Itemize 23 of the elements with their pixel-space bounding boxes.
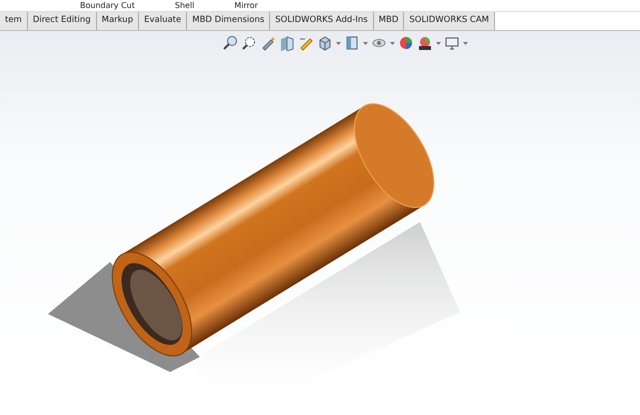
ribbon-command-label[interactable]: Boundary Cut: [80, 0, 135, 10]
caret-icon: [463, 42, 468, 44]
color-ball-icon[interactable]: [398, 35, 414, 51]
cube-icon[interactable]: [317, 35, 333, 51]
box-icon[interactable]: [344, 35, 360, 51]
magnifier-icon[interactable]: [241, 35, 257, 51]
caret-icon: [436, 42, 441, 44]
ribbon-command-label[interactable]: Mirror: [234, 0, 258, 10]
scene-icon[interactable]: [417, 35, 433, 51]
ribbon-tab[interactable]: Evaluate: [139, 12, 188, 30]
ribbon-tab[interactable]: tem: [0, 12, 28, 30]
ribbon-tab[interactable]: MBD: [374, 12, 404, 30]
ribbon-tab[interactable]: SOLIDWORKS CAM: [404, 12, 496, 30]
ribbon-tab[interactable]: Direct Editing: [28, 12, 97, 30]
ribbon-tab[interactable]: MBD Dimensions: [187, 12, 270, 30]
ribbon-tab[interactable]: SOLIDWORKS Add-Ins: [270, 12, 374, 30]
magnifier-icon[interactable]: [222, 35, 238, 51]
caret-icon: [363, 42, 368, 44]
caret-icon: [390, 42, 395, 44]
caret-icon: [336, 42, 341, 44]
ribbon-tab[interactable]: Markup: [96, 12, 140, 30]
monitor-icon[interactable]: [444, 35, 460, 51]
ribbon-command-label[interactable]: Shell: [174, 0, 194, 10]
